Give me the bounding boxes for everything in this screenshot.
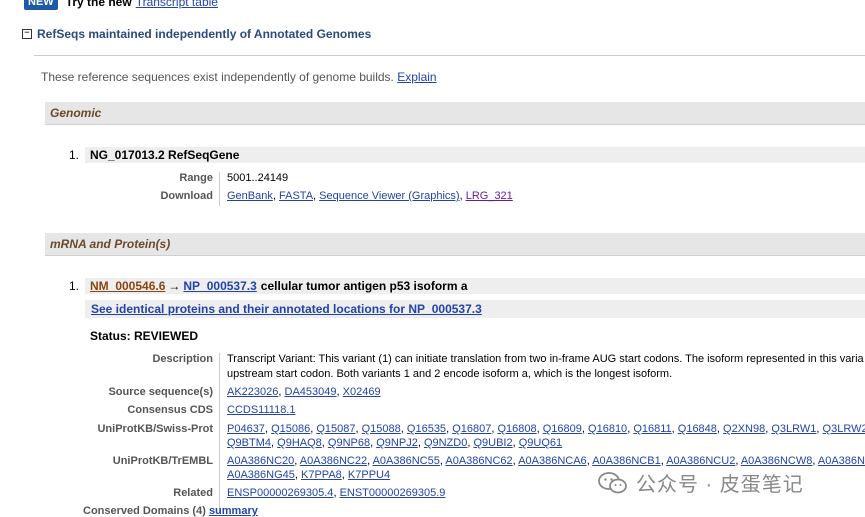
swissprot-link[interactable]: Q9UBI2	[473, 437, 512, 449]
genomic-item-title: NG_017013.2 RefSeqGene	[90, 148, 240, 162]
try-text: Try the new	[65, 0, 132, 9]
description-label: Description	[152, 353, 213, 365]
np-accession-link[interactable]: NP_000537.3	[183, 279, 256, 293]
trembl-links-line-2: A0A386NG45, K7PPA8, K7PPU4	[227, 469, 391, 481]
description-line-2: upstream start codon. Both variants 1 an…	[227, 368, 673, 380]
refseq-section-header[interactable]: − RefSeqs maintained independently of An…	[22, 27, 371, 41]
swissprot-link[interactable]: Q3LRW2	[823, 423, 865, 435]
trembl-link[interactable]: A0A386N	[818, 455, 865, 467]
swissprot-link[interactable]: Q9UQ61	[519, 437, 562, 449]
genomic-heading: Genomic	[45, 102, 865, 125]
swissprot-link[interactable]: Q16810	[588, 423, 627, 435]
intro-text: These reference sequences exist independ…	[41, 70, 394, 84]
source-link[interactable]: AK223026	[227, 386, 278, 398]
source-label: Source sequence(s)	[108, 386, 213, 398]
trembl-link[interactable]: A0A386NCB1	[592, 455, 661, 467]
swissprot-links-line-2: Q9BTM4, Q9HAQ8, Q9NP68, Q9NPJ2, Q9NZD0, …	[227, 437, 563, 449]
nm-accession-link[interactable]: NM_000546.6	[90, 279, 165, 293]
conserved-domains-label: Conserved Domains (4)	[83, 505, 206, 517]
swissprot-link[interactable]: Q15086	[271, 423, 310, 435]
swissprot-link[interactable]: Q15087	[316, 423, 355, 435]
trembl-link[interactable]: A0A386NC62	[445, 455, 512, 467]
range-value: 5001..24149	[227, 172, 289, 184]
trembl-link[interactable]: K7PPA8	[301, 469, 342, 481]
trembl-links-line-1: A0A386NC20, A0A386NC22, A0A386NC55, A0A3…	[227, 455, 865, 467]
collapse-toggle-icon[interactable]: −	[22, 29, 32, 39]
swissprot-link[interactable]: Q16811	[633, 423, 671, 435]
swissprot-link[interactable]: Q3LRW1	[771, 423, 816, 435]
new-banner: NEW Try the new Transcript table	[24, 0, 218, 10]
lrg-link[interactable]: LRG_321	[466, 190, 513, 202]
source-link[interactable]: DA453049	[285, 386, 337, 398]
trembl-link[interactable]: A0A386NG45	[227, 469, 295, 481]
swissprot-link[interactable]: Q9BTM4	[227, 437, 271, 449]
source-link[interactable]: X02469	[343, 386, 381, 398]
mrna-heading: mRNA and Protein(s)	[45, 233, 865, 256]
related-link[interactable]: ENSP00000269305.4	[227, 487, 333, 499]
swissprot-link[interactable]: Q16808	[497, 423, 536, 435]
ccds-link[interactable]: CCDS11118.1	[227, 404, 295, 416]
trembl-link[interactable]: A0A386NCU2	[666, 455, 735, 467]
related-label: Related	[173, 487, 213, 499]
arrow-icon: →	[168, 279, 181, 293]
swissprot-link[interactable]: Q9NPJ2	[376, 437, 418, 449]
swissprot-link[interactable]: Q9NP68	[328, 437, 370, 449]
swissprot-link[interactable]: Q9NZD0	[424, 437, 467, 449]
swissprot-link[interactable]: Q16809	[543, 423, 582, 435]
trembl-link[interactable]: A0A386NC22	[300, 455, 367, 467]
protein-description: cellular tumor antigen p53 isoform a	[260, 279, 468, 293]
range-label: Range	[179, 172, 213, 184]
genomic-details: Range 5001..24149 Download GenBank, FAST…	[85, 172, 865, 208]
status-reviewed: Status: REVIEWED	[90, 329, 199, 343]
mrna-item-title: NM_000546.6 → NP_000537.3 cellular tumor an…	[90, 279, 468, 293]
trembl-link[interactable]: A0A386NC55	[373, 455, 440, 467]
swissprot-link[interactable]: Q15088	[362, 423, 401, 435]
wechat-icon	[598, 471, 627, 493]
swissprot-link[interactable]: Q9HAQ8	[277, 437, 322, 449]
mrna-item-number: 1.	[69, 279, 80, 293]
mrna-details-divider	[219, 353, 220, 513]
identical-proteins-link[interactable]: See identical proteins and their annotat…	[91, 302, 482, 316]
swissprot-link[interactable]: Q16848	[678, 423, 717, 435]
section-divider	[34, 55, 865, 56]
swissprot-links-line-1: P04637, Q15086, Q15087, Q15088, Q16535, …	[227, 423, 865, 435]
watermark: 公众号 · 皮蛋笔记	[598, 468, 804, 497]
trembl-link[interactable]: A0A386NC20	[227, 455, 294, 467]
genbank-link[interactable]: GenBank	[227, 190, 273, 202]
identical-proteins-band: See identical proteins and their annotat…	[85, 300, 865, 318]
swissprot-link[interactable]: P04637	[227, 423, 265, 435]
details-divider	[219, 172, 220, 206]
watermark-text: 公众号 · 皮蛋笔记	[636, 474, 804, 496]
related-links: ENSP00000269305.4, ENST00000269305.9	[227, 487, 446, 499]
ccds-label: Consensus CDS	[127, 404, 213, 416]
trembl-label: UniProtKB/TrEMBL	[112, 455, 213, 467]
genomic-item-number: 1.	[69, 148, 80, 162]
section-intro: These reference sequences exist independ…	[41, 70, 437, 84]
trembl-link[interactable]: A0A386NCW8	[741, 455, 813, 467]
trembl-link[interactable]: K7PPU4	[348, 469, 390, 481]
explain-link[interactable]: Explain	[397, 70, 436, 84]
sequence-viewer-link[interactable]: Sequence Viewer (Graphics)	[319, 190, 459, 202]
description-line-1: Transcript Variant: This variant (1) can…	[227, 353, 864, 365]
download-links: GenBank, FASTA, Sequence Viewer (Graphic…	[227, 190, 513, 202]
transcript-table-link[interactable]: Transcript table	[136, 0, 218, 9]
swissprot-link[interactable]: Q16535	[407, 423, 446, 435]
fasta-link[interactable]: FASTA	[279, 190, 313, 202]
swissprot-link[interactable]: Q16807	[452, 423, 491, 435]
swissprot-link[interactable]: Q2XN98	[723, 423, 765, 435]
trembl-link[interactable]: A0A386NCA6	[518, 455, 587, 467]
swissprot-label: UniProtKB/Swiss-Prot	[97, 423, 213, 435]
new-badge: NEW	[24, 0, 58, 10]
download-label: Download	[160, 190, 213, 202]
source-links: AK223026, DA453049, X02469	[227, 386, 381, 398]
related-link[interactable]: ENST00000269305.9	[340, 487, 446, 499]
conserved-domains-summary-link[interactable]: summary	[209, 505, 258, 517]
section-title[interactable]: RefSeqs maintained independently of Anno…	[37, 27, 371, 41]
